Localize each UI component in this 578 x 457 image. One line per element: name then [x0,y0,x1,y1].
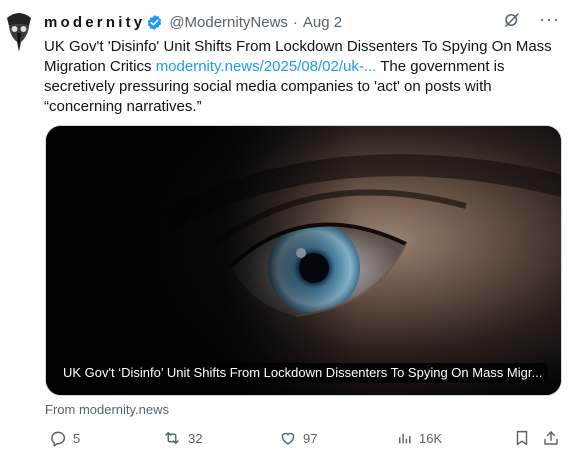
repost-icon [165,432,179,444]
verified-badge-icon [146,14,163,31]
share-button[interactable] [542,429,560,447]
link-source[interactable]: From modernity.news [45,402,169,417]
display-name[interactable]: modernity [44,14,145,31]
heart-icon [281,432,295,445]
tweet-text: UK Gov't 'Disinfo' Unit Shifts From Lock… [44,37,564,117]
grok-icon[interactable] [503,11,521,33]
share-icon [544,431,558,445]
timestamp[interactable]: Aug 2 [303,14,342,31]
link-card[interactable]: UK Gov't ‘Disinfo’ Unit Shifts From Lock… [45,125,562,396]
views-count: 16K [419,430,443,446]
repost-button[interactable]: 32 [162,429,202,447]
action-bar: 5 32 97 16K [44,427,564,451]
like-button[interactable]: 97 [279,429,317,447]
tweet[interactable]: modernity @ModernityNews · Aug 2 ··· UK … [0,0,578,457]
like-count: 97 [303,430,318,446]
plague-mask-logo-icon [2,8,36,54]
tweet-link[interactable]: modernity.news/2025/08/02/uk-... [156,58,377,75]
tweet-header: modernity @ModernityNews · Aug 2 ··· [44,10,570,33]
separator: · [292,13,298,31]
reply-button[interactable]: 5 [49,429,80,447]
card-title: UK Gov't ‘Disinfo’ Unit Shifts From Lock… [57,363,549,383]
bookmark-button[interactable] [513,429,531,447]
reply-icon [51,431,66,447]
views-icon [399,434,411,444]
handle[interactable]: @ModernityNews [169,14,288,31]
avatar[interactable] [2,8,36,54]
views-button[interactable]: 16K [397,429,442,447]
repost-count: 32 [188,430,203,446]
card-image [46,126,561,395]
reply-count: 5 [73,430,81,446]
more-icon[interactable]: ··· [539,10,560,28]
bookmark-icon [516,430,528,446]
